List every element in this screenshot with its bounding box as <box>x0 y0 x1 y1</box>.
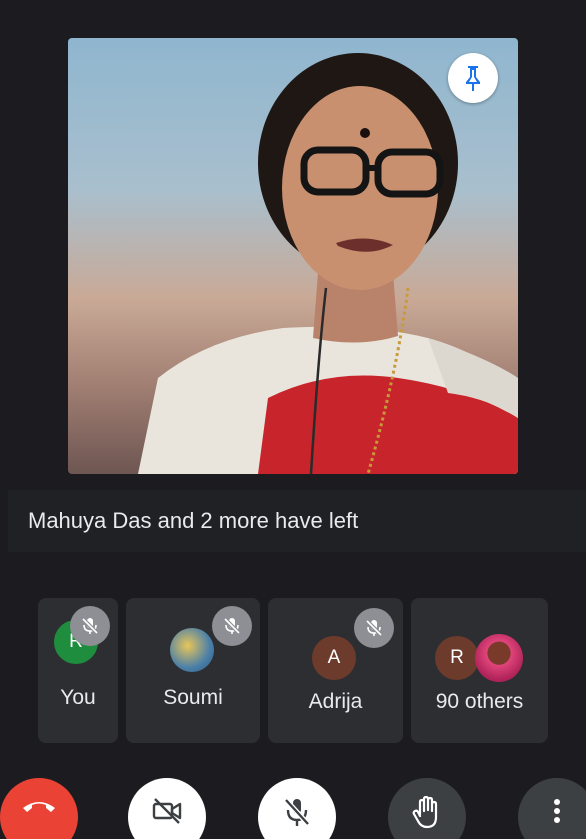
mic-off-icon <box>365 619 383 637</box>
mic-off-badge <box>212 606 252 646</box>
participant-name: 90 others <box>435 690 524 713</box>
pin-button[interactable] <box>448 53 498 103</box>
pin-icon <box>466 66 480 91</box>
participant-name: You <box>60 686 96 709</box>
participant-tile-soumi[interactable]: Soumi <box>126 598 260 743</box>
participant-tile-you[interactable]: R You <box>38 598 118 743</box>
speaker-video <box>68 38 518 474</box>
mic-off-badge <box>70 606 110 646</box>
avatar <box>475 634 523 682</box>
participant-tile-adrija[interactable]: A Adrija <box>268 598 403 743</box>
more-options-button[interactable] <box>518 778 586 839</box>
camera-toggle-button[interactable] <box>128 778 206 839</box>
mic-off-badge <box>354 608 394 648</box>
mic-toggle-button[interactable] <box>258 778 336 839</box>
raise-hand-button[interactable] <box>388 778 466 839</box>
avatar <box>170 628 214 672</box>
mic-off-icon <box>284 798 310 826</box>
participant-name: Soumi <box>163 686 223 709</box>
video-off-icon <box>152 798 182 824</box>
hand-icon <box>412 796 438 829</box>
participant-name: Adrija <box>308 690 363 713</box>
more-vert-icon <box>554 799 560 823</box>
mic-off-icon <box>223 617 241 635</box>
participant-tile-others[interactable]: R 90 others <box>411 598 548 743</box>
end-call-button[interactable] <box>0 778 78 839</box>
notice-text: Mahuya Das and 2 more have left <box>28 508 359 533</box>
main-video-tile[interactable] <box>68 38 518 474</box>
meeting-screen: Mahuya Das and 2 more have left R You So… <box>0 0 586 839</box>
mic-off-icon <box>81 617 99 635</box>
avatar: A <box>312 636 356 680</box>
phone-hangup-icon <box>23 802 55 812</box>
participants-left-notice: Mahuya Das and 2 more have left <box>8 490 586 552</box>
avatar: R <box>435 636 479 680</box>
